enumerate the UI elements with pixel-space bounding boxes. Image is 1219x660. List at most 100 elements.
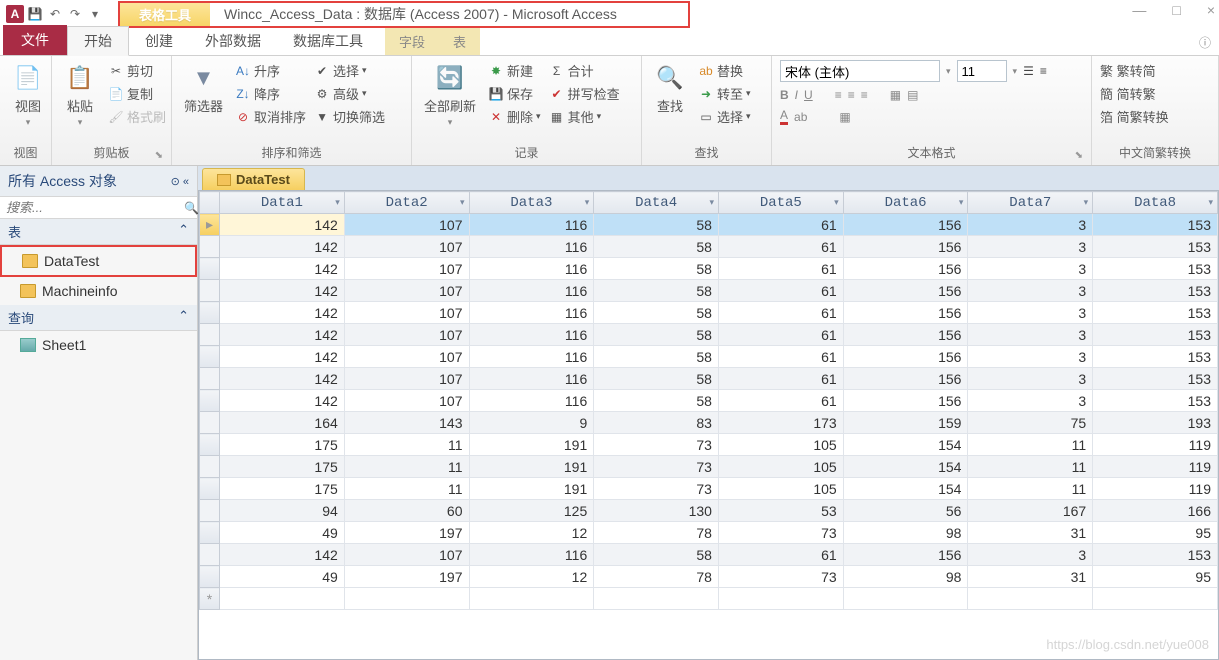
- cell[interactable]: [1093, 588, 1218, 610]
- font-name-input[interactable]: [780, 60, 940, 82]
- table-row[interactable]: 14210711658611563153: [200, 390, 1218, 412]
- cell[interactable]: 73: [718, 566, 843, 588]
- row-selector[interactable]: [200, 258, 220, 280]
- table-row[interactable]: 14210711658611563153: [200, 544, 1218, 566]
- cell[interactable]: [344, 588, 469, 610]
- cell[interactable]: [594, 588, 719, 610]
- cell[interactable]: 58: [594, 324, 719, 346]
- cell[interactable]: 116: [469, 302, 594, 324]
- new-row[interactable]: *: [200, 588, 1218, 610]
- cell[interactable]: 12: [469, 522, 594, 544]
- cell[interactable]: 60: [344, 500, 469, 522]
- chevron-down-icon[interactable]: ▾: [959, 197, 964, 208]
- cell[interactable]: 61: [718, 236, 843, 258]
- cell[interactable]: 153: [1093, 302, 1218, 324]
- cell[interactable]: 197: [344, 522, 469, 544]
- chevron-down-icon[interactable]: ▾: [709, 197, 714, 208]
- cell[interactable]: 153: [1093, 390, 1218, 412]
- cell[interactable]: 142: [220, 544, 345, 566]
- cell[interactable]: 105: [718, 478, 843, 500]
- cell[interactable]: 58: [594, 214, 719, 236]
- cell[interactable]: 154: [843, 434, 968, 456]
- table-row[interactable]: 94601251305356167166: [200, 500, 1218, 522]
- table-row[interactable]: 49197127873983195: [200, 566, 1218, 588]
- collapse-icon[interactable]: ⊙ «: [171, 175, 189, 188]
- cell[interactable]: 98: [843, 566, 968, 588]
- cell[interactable]: 156: [843, 544, 968, 566]
- chevron-down-icon[interactable]: ▾: [585, 197, 590, 208]
- cell[interactable]: 116: [469, 368, 594, 390]
- cell[interactable]: 107: [344, 346, 469, 368]
- cell[interactable]: 58: [594, 258, 719, 280]
- nav-section-tables[interactable]: 表⌃: [0, 219, 197, 245]
- cell[interactable]: 61: [718, 280, 843, 302]
- tab-fields[interactable]: 字段: [385, 28, 439, 55]
- align-right-icon[interactable]: ≡: [861, 88, 868, 102]
- cell[interactable]: 95: [1093, 522, 1218, 544]
- row-selector[interactable]: [200, 302, 220, 324]
- sc-tc-convert-button[interactable]: 箔 简繁转换: [1100, 106, 1169, 127]
- cell[interactable]: 98: [843, 522, 968, 544]
- cell[interactable]: 73: [594, 456, 719, 478]
- cell[interactable]: 156: [843, 258, 968, 280]
- tab-database-tools[interactable]: 数据库工具: [277, 27, 379, 55]
- table-row[interactable]: 14210711658611563153: [200, 302, 1218, 324]
- cell[interactable]: 116: [469, 214, 594, 236]
- cell[interactable]: 58: [594, 302, 719, 324]
- cell[interactable]: 142: [220, 390, 345, 412]
- cell[interactable]: 116: [469, 280, 594, 302]
- row-selector[interactable]: [200, 456, 220, 478]
- align-left-icon[interactable]: ≡: [835, 88, 842, 102]
- cell[interactable]: 58: [594, 236, 719, 258]
- cell[interactable]: 3: [968, 214, 1093, 236]
- row-selector[interactable]: [200, 544, 220, 566]
- sc-to-tc-button[interactable]: 繁 繁转简: [1100, 60, 1169, 81]
- cell[interactable]: 61: [718, 368, 843, 390]
- table-row[interactable]: ▸14210711658611563153: [200, 214, 1218, 236]
- table-row[interactable]: 49197127873983195: [200, 522, 1218, 544]
- cell[interactable]: 105: [718, 456, 843, 478]
- save-icon[interactable]: 💾: [26, 5, 44, 23]
- cell[interactable]: 61: [718, 544, 843, 566]
- chevron-down-icon[interactable]: ▾: [1084, 197, 1089, 208]
- cell[interactable]: 119: [1093, 478, 1218, 500]
- cell[interactable]: [718, 588, 843, 610]
- cell[interactable]: 3: [968, 390, 1093, 412]
- spelling-button[interactable]: ✔拼写检查: [549, 83, 620, 104]
- cell[interactable]: 193: [1093, 412, 1218, 434]
- cell[interactable]: 58: [594, 390, 719, 412]
- row-selector[interactable]: [200, 280, 220, 302]
- cell[interactable]: 3: [968, 368, 1093, 390]
- toggle-filter-button[interactable]: ▼切换筛选: [314, 106, 385, 127]
- cell[interactable]: 153: [1093, 544, 1218, 566]
- cell[interactable]: 83: [594, 412, 719, 434]
- cell[interactable]: 53: [718, 500, 843, 522]
- nav-section-queries[interactable]: 查询⌃: [0, 305, 197, 331]
- cell[interactable]: 11: [968, 456, 1093, 478]
- cell[interactable]: 166: [1093, 500, 1218, 522]
- cut-button[interactable]: ✂剪切: [108, 60, 166, 81]
- cell[interactable]: 156: [843, 236, 968, 258]
- more-button[interactable]: ▦其他▾: [549, 106, 620, 127]
- cell[interactable]: 154: [843, 478, 968, 500]
- advanced-button[interactable]: ⚙高级▾: [314, 83, 385, 104]
- chevron-down-icon[interactable]: ▾: [1013, 66, 1018, 77]
- cell[interactable]: 156: [843, 346, 968, 368]
- cell[interactable]: 11: [344, 434, 469, 456]
- cell[interactable]: [968, 588, 1093, 610]
- remove-sort-button[interactable]: ⊘取消排序: [235, 106, 306, 127]
- save-record-button[interactable]: 💾保存: [488, 83, 541, 104]
- cell[interactable]: 191: [469, 478, 594, 500]
- cell[interactable]: 156: [843, 214, 968, 236]
- replace-button[interactable]: ab替换: [698, 60, 751, 81]
- cell[interactable]: 153: [1093, 346, 1218, 368]
- cell[interactable]: 119: [1093, 434, 1218, 456]
- cell[interactable]: 105: [718, 434, 843, 456]
- cell[interactable]: 156: [843, 368, 968, 390]
- column-header[interactable]: Data7▾: [968, 192, 1093, 214]
- chevron-down-icon[interactable]: ▾: [335, 197, 340, 208]
- cell[interactable]: 11: [344, 478, 469, 500]
- italic-icon[interactable]: I: [795, 88, 798, 102]
- cell[interactable]: 11: [344, 456, 469, 478]
- maximize-button[interactable]: □: [1172, 2, 1180, 18]
